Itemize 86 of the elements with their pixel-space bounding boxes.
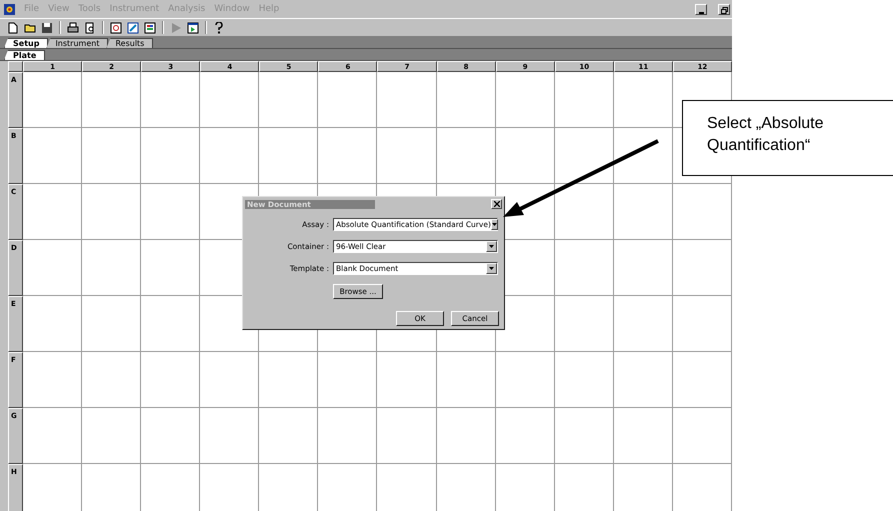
well-cell[interactable] [141, 408, 200, 464]
well-cell[interactable] [141, 128, 200, 184]
well-cell[interactable] [82, 352, 142, 408]
tab[interactable]: Plate [4, 50, 46, 60]
printer-icon[interactable] [66, 20, 80, 34]
new-document-icon[interactable] [6, 20, 20, 34]
well-cell[interactable] [614, 72, 673, 128]
well-cell[interactable] [141, 352, 200, 408]
well-cell[interactable] [614, 240, 673, 296]
well-cell[interactable] [318, 352, 378, 408]
restore-icon [720, 6, 728, 14]
well-cell[interactable] [141, 240, 200, 296]
well-cell[interactable] [318, 128, 378, 184]
well-cell[interactable] [672, 408, 732, 464]
well-cell[interactable] [200, 352, 260, 408]
well-cell[interactable] [614, 352, 673, 408]
color-grid-icon[interactable] [143, 20, 157, 34]
well-cell[interactable] [200, 128, 260, 184]
caret-icon [486, 263, 497, 274]
well-cell[interactable] [141, 72, 200, 128]
well-cell[interactable] [554, 72, 614, 128]
well-cell[interactable] [496, 72, 555, 128]
caret-icon [486, 241, 497, 252]
well-cell[interactable] [23, 72, 82, 128]
zoom-grid-icon[interactable] [109, 20, 123, 34]
well-cell[interactable] [436, 128, 496, 184]
close-button[interactable] [491, 199, 502, 209]
minimize-button[interactable] [695, 4, 707, 14]
well-cell[interactable] [23, 352, 82, 408]
well-cell[interactable] [377, 128, 437, 184]
tab[interactable]: Instrument [46, 38, 108, 48]
well-cell[interactable] [554, 352, 614, 408]
tab[interactable]: Results [106, 38, 154, 48]
well-cell[interactable] [23, 408, 82, 464]
well-cell[interactable] [614, 408, 673, 464]
edit-sheet-icon[interactable] [126, 20, 140, 34]
caret-icon [490, 219, 498, 230]
well-cell[interactable] [23, 296, 82, 352]
save-icon[interactable] [40, 20, 54, 34]
well-cell[interactable] [672, 296, 732, 352]
well-cell[interactable] [672, 352, 732, 408]
well-cell[interactable] [259, 408, 318, 464]
well-cell[interactable] [554, 408, 614, 464]
well-cell[interactable] [318, 72, 378, 128]
well-cell[interactable] [377, 408, 437, 464]
well-cell[interactable] [436, 72, 496, 128]
well-cell[interactable] [436, 352, 496, 408]
well-cell[interactable] [82, 296, 142, 352]
well-cell[interactable] [259, 72, 318, 128]
well-cell[interactable] [614, 296, 673, 352]
well-cell[interactable] [496, 352, 555, 408]
well-cell[interactable] [554, 240, 614, 296]
well-cell[interactable] [82, 240, 142, 296]
minimize-icon [698, 12, 704, 14]
well-cell[interactable] [614, 184, 673, 240]
well-cell[interactable] [141, 184, 200, 240]
well-cell[interactable] [377, 72, 437, 128]
well-cell[interactable] [554, 184, 614, 240]
close-icon [494, 200, 500, 206]
well-cell[interactable] [23, 128, 82, 184]
well-cell[interactable] [23, 184, 82, 240]
well-cell[interactable] [554, 128, 614, 184]
well-cell[interactable] [377, 352, 437, 408]
annotation-tooltip: Select „Absolute Quantification“ [682, 100, 893, 176]
tab[interactable]: Setup [4, 38, 48, 48]
well-cell[interactable] [672, 240, 732, 296]
well-cell[interactable] [259, 352, 318, 408]
well-cell[interactable] [82, 72, 142, 128]
well-cell[interactable] [496, 128, 555, 184]
well-cell[interactable] [496, 408, 555, 464]
well-cell[interactable] [141, 296, 200, 352]
well-cell[interactable] [614, 128, 673, 184]
well-cell[interactable] [82, 184, 142, 240]
well-cell[interactable] [672, 184, 732, 240]
well-cell[interactable] [82, 128, 142, 184]
well-cell[interactable] [318, 408, 378, 464]
well-cell[interactable] [554, 296, 614, 352]
well-cell[interactable] [82, 408, 142, 464]
well-cell[interactable] [436, 408, 496, 464]
run-window-icon[interactable] [186, 20, 200, 34]
app-icon [4, 4, 15, 14]
restore-button[interactable] [718, 4, 730, 14]
well-cell[interactable] [200, 72, 260, 128]
well-cell[interactable] [23, 240, 82, 296]
well-cell[interactable] [200, 408, 260, 464]
well-cell[interactable] [259, 128, 318, 184]
